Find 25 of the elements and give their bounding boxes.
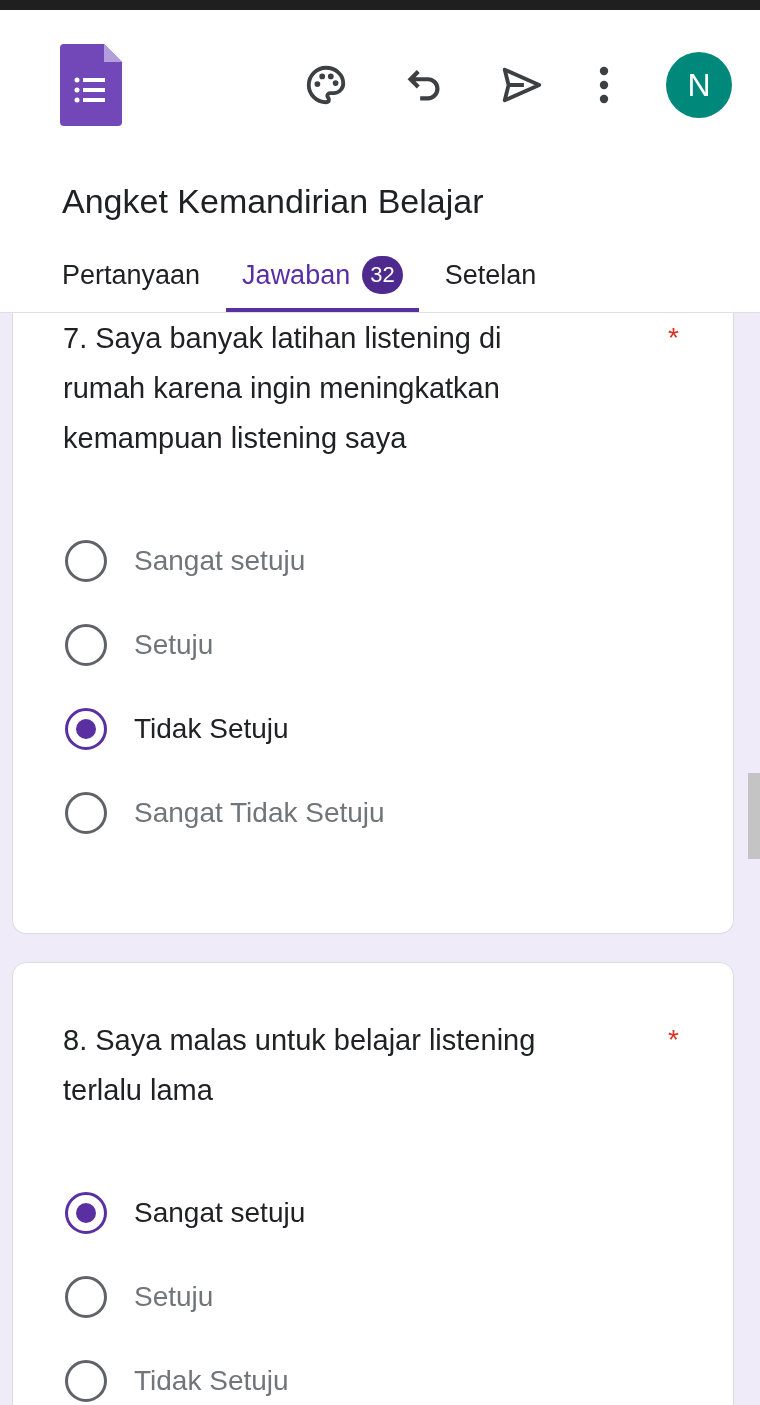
- tab[interactable]: Setelan: [428, 242, 553, 312]
- radio-button[interactable]: [65, 624, 107, 666]
- question-text: 7. Saya banyak latihan listening di rumah karena ingin meningkatkan kemampuan listening saya: [63, 321, 503, 456]
- question-text: 8. Saya malas untuk belajar listening terlalu lama: [63, 1023, 537, 1108]
- form-title: Angket Kemandirian Belajar: [61, 181, 485, 222]
- required-mark: *: [668, 1023, 680, 1057]
- count-badge: 32: [362, 256, 403, 294]
- radio-button[interactable]: [65, 1192, 107, 1234]
- required-mark: *: [668, 321, 680, 355]
- option-label: Sangat setuju: [134, 545, 306, 577]
- option-label: Tidak Setuju: [134, 1365, 289, 1397]
- tab[interactable]: Pertanyaan: [46, 242, 217, 312]
- radio-button[interactable]: [65, 792, 107, 834]
- radio-button[interactable]: [65, 1360, 107, 1402]
- radio-button[interactable]: [65, 708, 107, 750]
- option-label: Sangat setuju: [134, 1197, 306, 1229]
- avatar[interactable]: N: [666, 52, 732, 118]
- forms-logo-icon[interactable]: [60, 44, 122, 126]
- radio-button[interactable]: [65, 1276, 107, 1318]
- scrollbar[interactable]: [748, 773, 760, 859]
- option-label: Tidak Setuju: [134, 713, 289, 745]
- radio-button[interactable]: [65, 540, 107, 582]
- option-label: Setuju: [134, 629, 214, 661]
- option-label: Setuju: [134, 1281, 214, 1313]
- option-label: Sangat Tidak Setuju: [134, 797, 385, 829]
